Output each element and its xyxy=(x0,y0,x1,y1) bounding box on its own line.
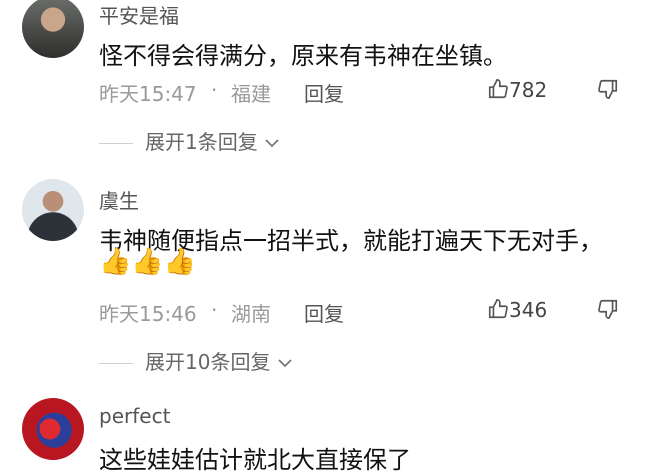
like-count: 782 xyxy=(509,78,548,102)
comment-text: 这些娃娃估计就北大直接保了 xyxy=(99,446,411,474)
username[interactable]: perfect xyxy=(99,404,170,428)
comment-meta: 昨天15:46 · 湖南 回复 346 xyxy=(99,298,639,328)
expand-replies[interactable]: 展开1条回复 xyxy=(99,126,280,155)
username[interactable]: 虞生 xyxy=(99,185,139,214)
expand-replies[interactable]: 展开10条回复 xyxy=(99,346,293,375)
divider xyxy=(99,363,133,364)
separator: · xyxy=(211,298,218,322)
chevron-down-icon xyxy=(278,359,292,368)
thumbs-down-icon xyxy=(598,79,618,99)
thumbs-up-icon xyxy=(488,79,508,99)
divider xyxy=(99,143,133,144)
dislike-button[interactable] xyxy=(597,78,619,102)
expand-label: 展开1条回复 xyxy=(145,130,258,154)
timestamp: 昨天15:46 xyxy=(99,302,197,326)
like-button[interactable]: 782 xyxy=(487,78,547,102)
separator: · xyxy=(211,78,218,102)
comment-text: 怪不得会得满分，原来有韦神在坐镇。 xyxy=(99,42,507,70)
thumbs-down-icon xyxy=(598,299,618,319)
thumbs-up-icon xyxy=(488,299,508,319)
location: 湖南 xyxy=(231,302,271,326)
avatar[interactable] xyxy=(22,179,84,241)
like-button[interactable]: 346 xyxy=(487,298,547,322)
like-count: 346 xyxy=(509,298,548,322)
avatar[interactable] xyxy=(22,398,84,460)
emoji-row: 👍👍👍 xyxy=(99,247,197,277)
reply-button[interactable]: 回复 xyxy=(304,78,344,107)
reply-button[interactable]: 回复 xyxy=(304,298,344,327)
comment-meta: 昨天15:47 · 福建 回复 782 xyxy=(99,78,639,108)
avatar[interactable] xyxy=(22,0,84,58)
expand-label: 展开10条回复 xyxy=(145,350,271,374)
timestamp: 昨天15:47 xyxy=(99,82,197,106)
chevron-down-icon xyxy=(265,139,279,148)
username[interactable]: 平安是福 xyxy=(99,0,179,29)
location: 福建 xyxy=(231,82,271,106)
dislike-button[interactable] xyxy=(597,298,619,322)
